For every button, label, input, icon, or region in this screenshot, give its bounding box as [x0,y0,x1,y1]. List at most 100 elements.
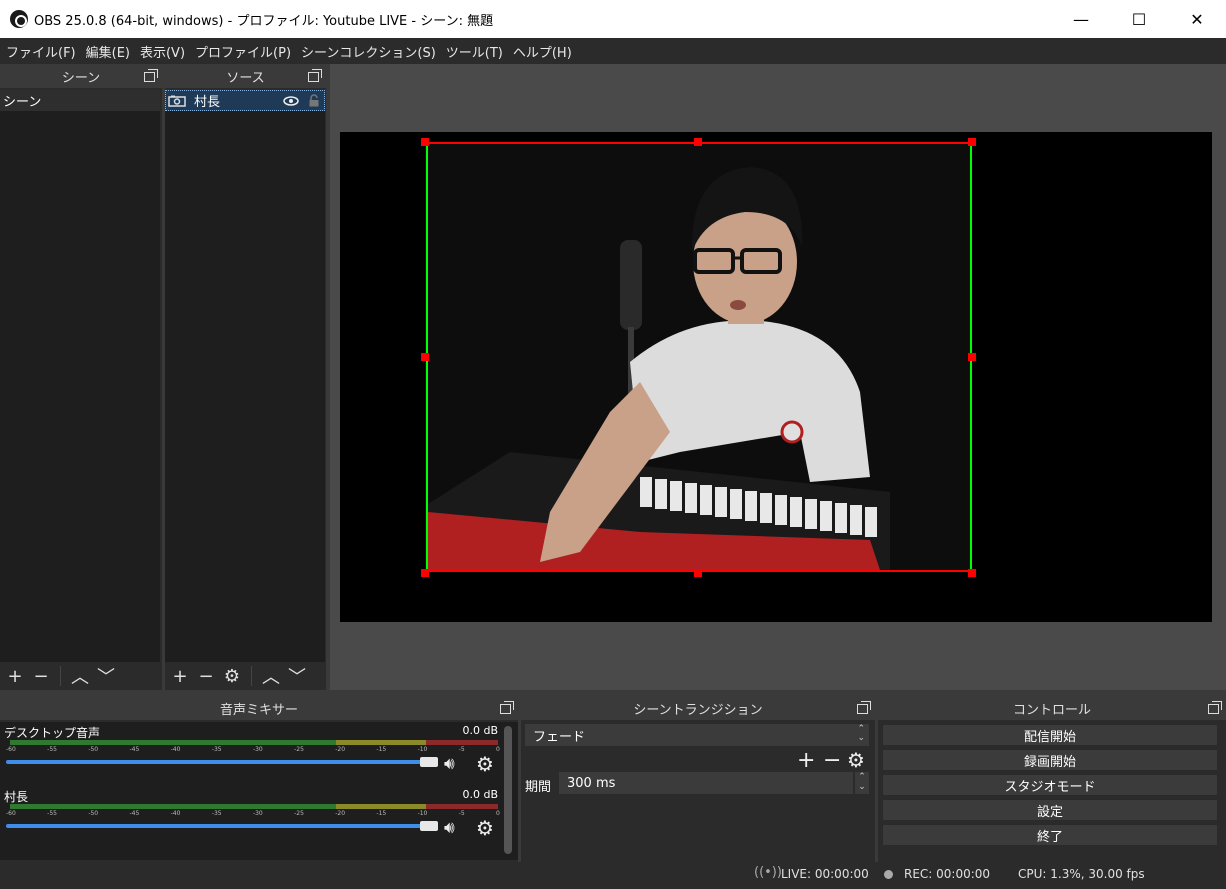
start-recording-button[interactable]: 録画開始 [882,749,1218,771]
source-selection-box[interactable] [426,142,972,572]
undock-icon[interactable] [857,701,871,714]
tick-label: -5 [458,746,465,753]
source-properties-gear-icon[interactable]: ⚙ [221,665,243,687]
menu-tools[interactable]: ツール(T) [442,42,507,61]
resize-handle[interactable] [421,138,429,146]
tick-label: -25 [294,810,304,817]
lock-icon[interactable] [308,94,320,107]
studio-mode-button[interactable]: スタジオモード [882,774,1218,796]
scenes-header: シーン [0,64,162,88]
select-arrows-icon: ⌃ ⌄ [857,724,865,743]
toolbar-divider [251,666,252,686]
undock-icon[interactable] [500,701,514,714]
add-scene-button[interactable]: + [4,665,26,687]
tick-label: -60 [6,746,16,753]
mixer-title: 音声ミキサー [219,702,298,718]
duration-input[interactable]: 300 ms [559,772,853,794]
tick-label: -15 [376,746,387,753]
tick-label: -55 [47,746,57,753]
menu-scene-collection[interactable]: シーンコレクション(S) [297,42,440,61]
tick-label: 0 [496,810,500,817]
start-streaming-button[interactable]: 配信開始 [882,724,1218,746]
camera-icon [168,95,186,107]
menu-edit[interactable]: 編集(E) [82,42,134,61]
speaker-icon[interactable]: 🔊︎ [444,754,455,774]
undock-icon[interactable] [308,69,322,82]
eye-icon[interactable] [283,95,299,106]
resize-handle[interactable] [694,569,702,577]
resize-handle[interactable] [421,353,429,361]
tick-label: -10 [417,746,428,753]
channel-db: 0.0 dB [462,788,498,801]
gear-icon[interactable]: ⚙ [476,816,494,840]
source-item[interactable]: 村長 [165,90,325,111]
live-signal-icon: ((•)) [754,865,782,880]
channel-name: デスクトップ音声 [4,726,101,740]
settings-button[interactable]: 設定 [882,799,1218,821]
obs-logo-icon [10,10,28,28]
controls-title: コントロール [1012,702,1091,718]
move-source-down-button[interactable]: ﹀ [286,665,308,688]
maximize-button[interactable]: ☐ [1110,0,1168,38]
tick-label: -10 [417,810,428,817]
source-item-label: 村長 [194,95,221,110]
sources-toolbar: + − ⚙ ︿ ﹀ [165,662,325,690]
remove-scene-button[interactable]: − [30,665,52,687]
preview-canvas[interactable] [340,132,1212,622]
tick-label: -60 [6,810,16,817]
minimize-button[interactable]: — [1052,0,1110,38]
volume-fader-handle[interactable] [420,757,438,767]
sources-dock: ソース 村長 + − ⚙ ︿ ﹀ [165,64,326,690]
rec-time: REC: 00:00:00 [904,867,991,881]
tick-label: -25 [294,746,304,753]
add-transition-button[interactable]: + [797,748,815,773]
window-title: OBS 25.0.8 (64-bit, windows) - プロファイル: Y… [34,13,494,29]
resize-handle[interactable] [968,569,976,577]
status-bar: ((•)) LIVE: 00:00:00 REC: 00:00:00 CPU: … [0,862,1226,889]
resize-handle[interactable] [421,569,429,577]
tick-label: -40 [170,746,181,753]
move-scene-down-button[interactable]: ﹀ [95,665,117,688]
mixer-body: デスクトップ音声 0.0 dB -60 -55 -50 -45 -40 -35 … [0,722,518,860]
duration-spinner[interactable]: ⌃ ⌄ [855,772,869,794]
volume-fader[interactable] [6,824,434,828]
window-controls: — ☐ ✕ [1052,0,1226,38]
close-button[interactable]: ✕ [1168,0,1226,38]
undock-icon[interactable] [144,69,158,82]
remove-transition-button[interactable]: − [823,748,841,773]
mixer-channel-desktop: デスクトップ音声 0.0 dB -60 -55 -50 -45 -40 -35 … [4,724,500,776]
tick-label: 0 [496,746,500,753]
remove-source-button[interactable]: − [195,665,217,687]
menu-file[interactable]: ファイル(F) [2,42,80,61]
resize-handle[interactable] [968,138,976,146]
tick-label: -45 [129,810,140,817]
scene-item[interactable]: シーン [0,90,160,111]
speaker-icon[interactable]: 🔊︎ [444,818,455,838]
scenes-toolbar: + − ︿ ﹀ [0,662,160,690]
move-scene-up-button[interactable]: ︿ [69,665,91,688]
duration-value: 300 ms [567,775,616,791]
audio-mixer-dock: 音声ミキサー デスクトップ音声 0.0 dB -60 -55 -5 0 -45 -… [0,696,518,862]
volume-fader[interactable] [6,760,434,764]
title-bar: OBS 25.0.8 (64-bit, windows) - プロファイル: Y… [0,0,1226,38]
exit-button[interactable]: 終了 [882,824,1218,846]
menu-profile[interactable]: プロファイル(P) [191,42,295,61]
move-source-up-button[interactable]: ︿ [260,665,282,688]
toolbar-divider [60,666,61,686]
scenes-list[interactable]: シーン [0,90,160,662]
resize-handle[interactable] [694,138,702,146]
gear-icon[interactable]: ⚙ [476,752,494,776]
menu-help[interactable]: ヘルプ(H) [509,42,576,61]
rec-dot-icon [884,870,893,879]
undock-icon[interactable] [1208,701,1222,714]
tick-label: -35 [211,746,222,753]
transition-select[interactable]: フェード ⌃ ⌄ [525,724,869,746]
mixer-scrollbar[interactable] [504,726,512,854]
resize-handle[interactable] [968,353,976,361]
menu-view[interactable]: 表示(V) [136,42,189,61]
preview-area[interactable] [330,64,1226,690]
add-source-button[interactable]: + [169,665,191,687]
sources-list[interactable]: 村長 [165,90,325,662]
volume-fader-handle[interactable] [420,821,438,831]
transition-properties-gear-icon[interactable]: ⚙ [847,748,865,772]
